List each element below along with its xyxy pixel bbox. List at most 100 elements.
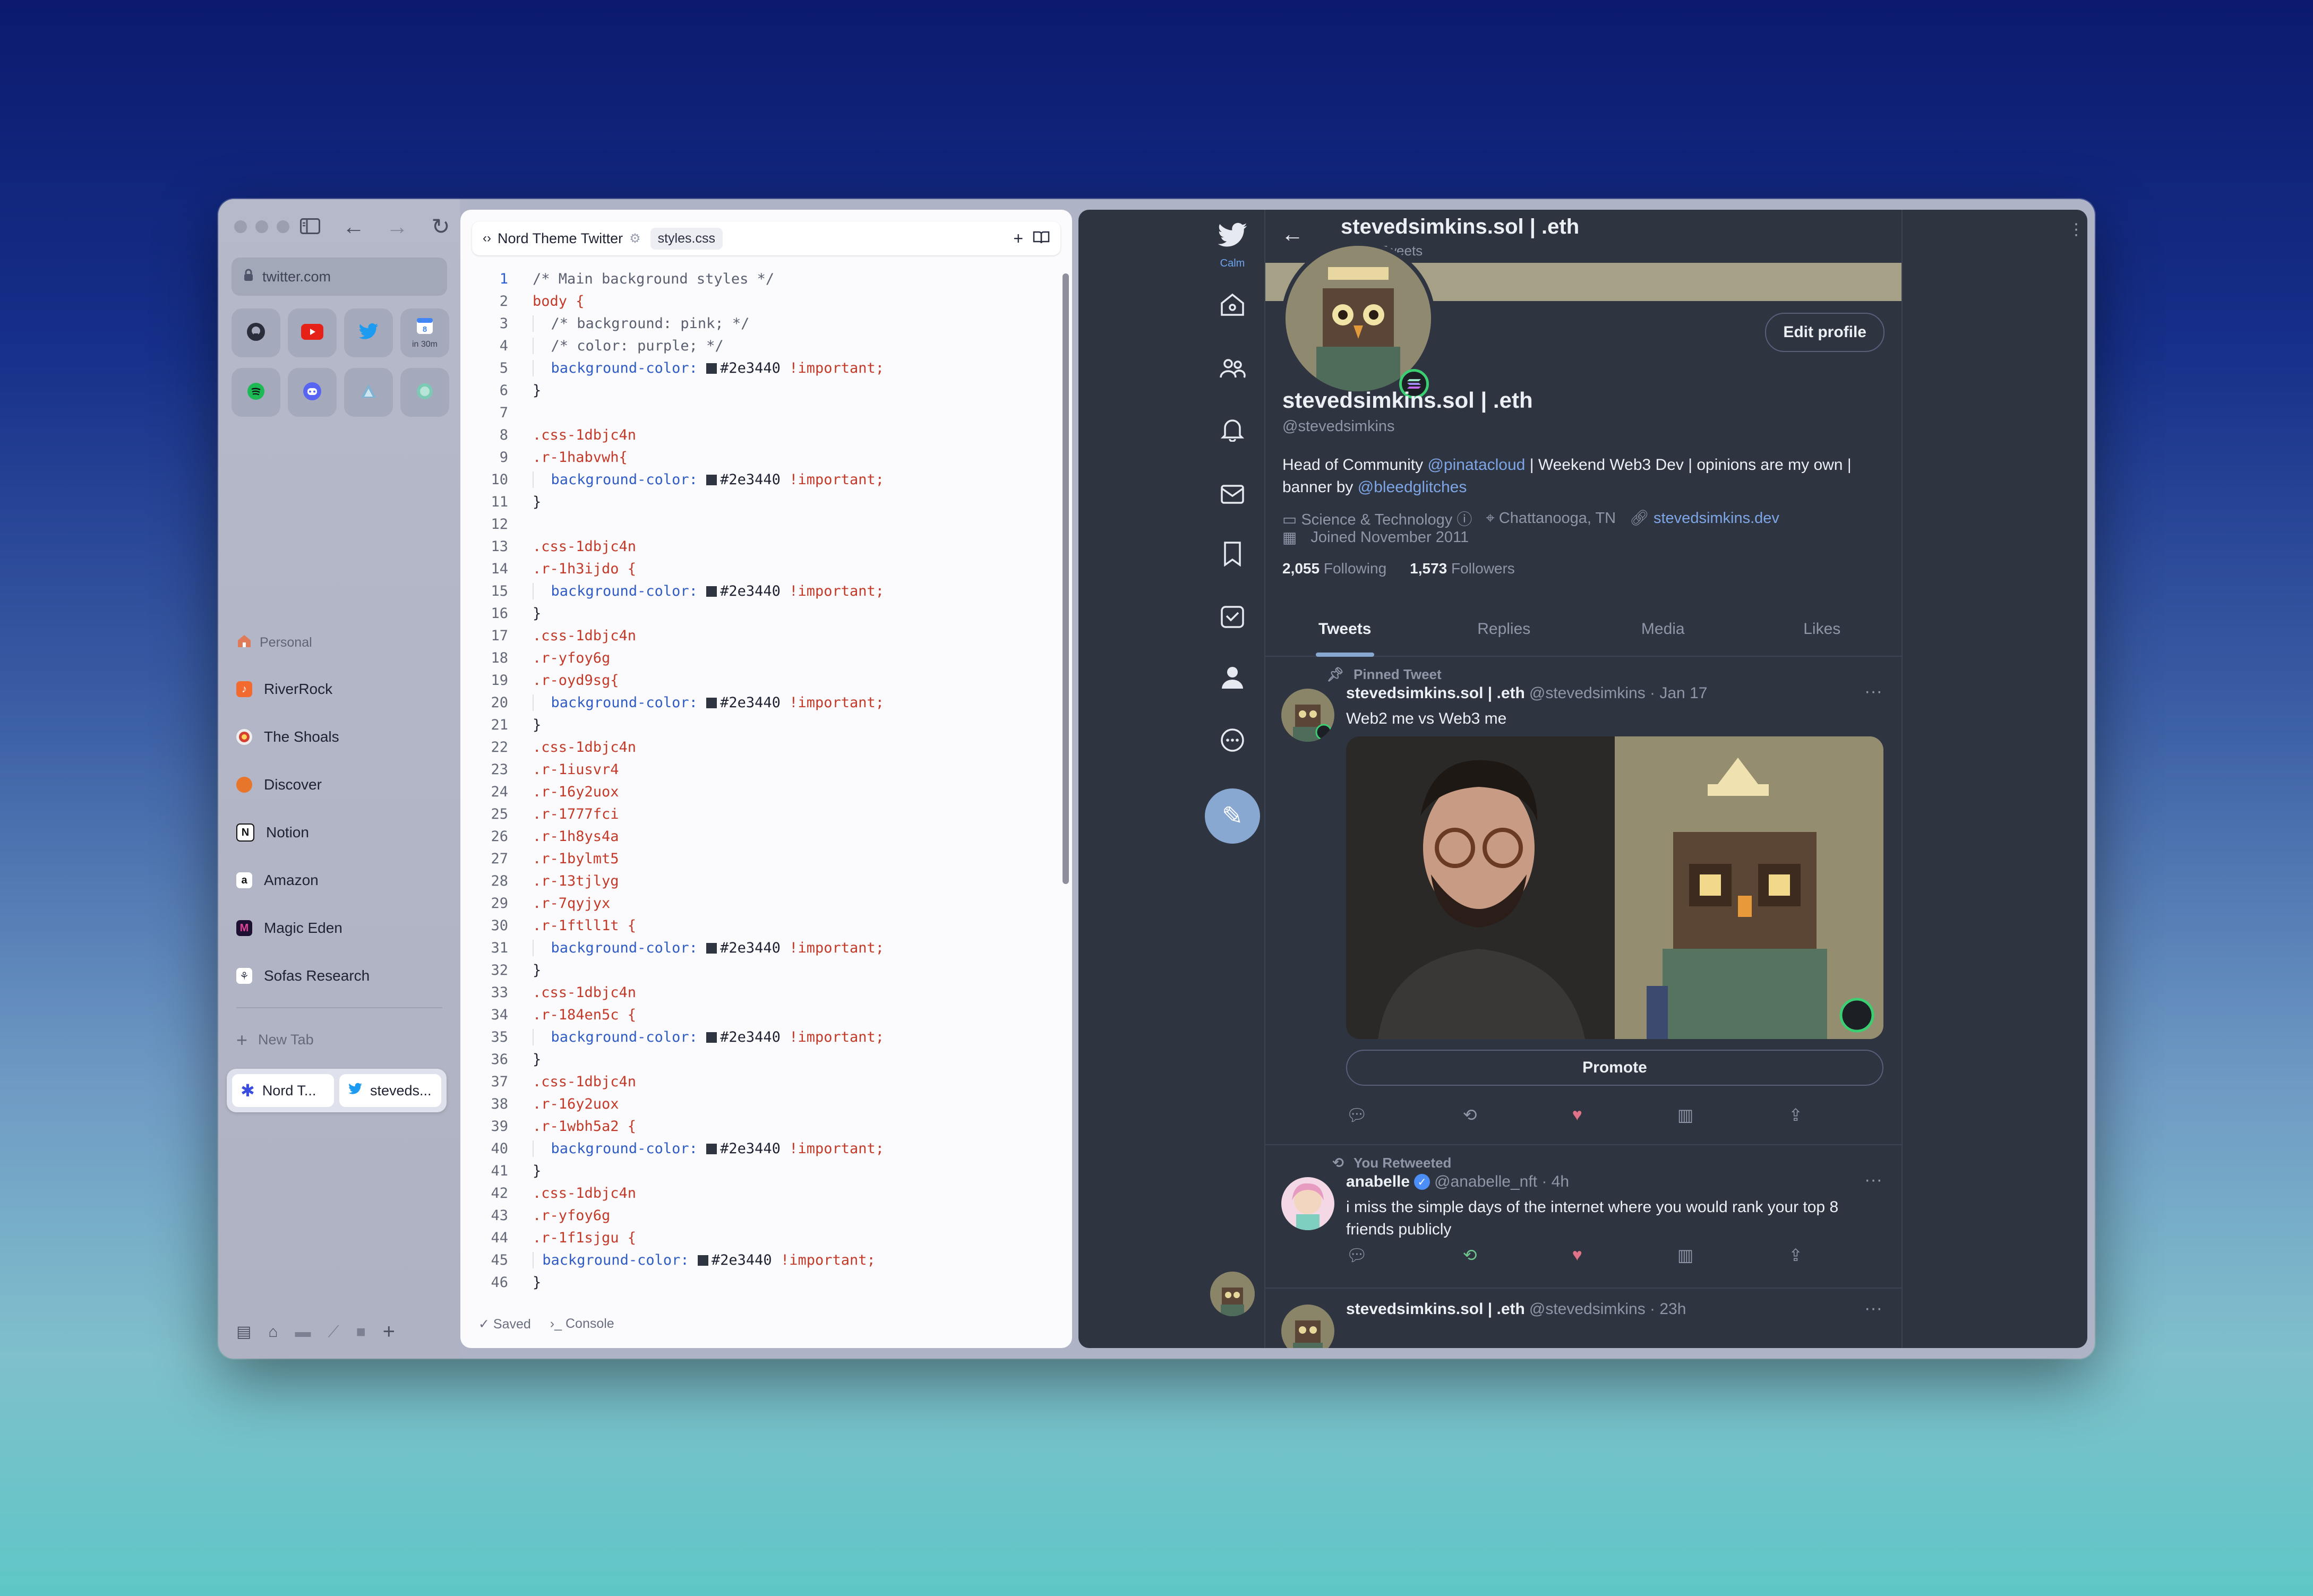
tab-tweets[interactable]: Tweets	[1265, 603, 1425, 657]
photo-web3[interactable]	[1615, 736, 1883, 1039]
archive-icon[interactable]: ▤	[236, 1323, 251, 1341]
bio-link-pinatacloud[interactable]: @pinatacloud	[1427, 456, 1525, 474]
close-window-button[interactable]	[234, 220, 247, 233]
favorite-calendar[interactable]: 8 in 30m	[400, 308, 449, 357]
code-line[interactable]: 34 .r-184en5c {	[476, 1004, 1051, 1026]
split-tab-left[interactable]: ✱ Nord T...	[232, 1074, 334, 1107]
color-swatch[interactable]	[697, 1255, 708, 1266]
sidebar-tab[interactable]: The Shoals	[236, 713, 449, 761]
code-line[interactable]: 19 .r-oyd9sg{	[476, 670, 1051, 692]
code-line[interactable]: 27 .r-1bylmt5	[476, 848, 1051, 870]
tweet-author[interactable]: anabelle	[1346, 1173, 1410, 1191]
photo-web2[interactable]	[1346, 736, 1615, 1039]
reply-icon[interactable]: 💬︎	[1346, 1105, 1368, 1125]
new-tab-button[interactable]: + New Tab	[236, 1030, 314, 1049]
tweet-avatar[interactable]	[1281, 689, 1334, 742]
retweet-icon[interactable]: ⟲	[1463, 1245, 1477, 1265]
file-chip[interactable]: styles.css	[650, 227, 723, 250]
code-line[interactable]: 38 .r-16y2uox	[476, 1093, 1051, 1116]
code-line[interactable]: 6}	[476, 380, 1051, 402]
like-heart-icon[interactable]: ♥	[1572, 1105, 1582, 1125]
url-bar[interactable]: twitter.com	[232, 258, 447, 296]
tab-media[interactable]: Media	[1583, 603, 1743, 656]
more-icon[interactable]: ···	[1864, 1298, 1882, 1319]
more-icon[interactable]: ···	[1864, 681, 1882, 702]
account-avatar[interactable]	[1210, 1272, 1255, 1316]
compose-tweet-button[interactable]: ✎	[1205, 788, 1260, 844]
code-line[interactable]: 15 background-color: #2e3440 !important;	[476, 580, 1051, 603]
tab-replies[interactable]: Replies	[1425, 603, 1584, 656]
code-line[interactable]: 7	[476, 402, 1051, 424]
minimize-window-button[interactable]	[255, 220, 268, 233]
home-space-icon[interactable]: ⌂	[268, 1323, 278, 1341]
code-area[interactable]: 1 /* Main background styles */ 2 body {3 /*…	[476, 268, 1051, 1294]
notifications-bell-icon[interactable]	[1190, 414, 1275, 449]
code-line[interactable]: 9 .r-1habvwh{	[476, 447, 1051, 469]
sidebar-tab[interactable]: Discover	[236, 761, 449, 809]
editor-title-tab[interactable]: ‹› Nord Theme Twitter ⚙	[483, 230, 641, 247]
code-line[interactable]: 26 .r-1h8ys4a	[476, 826, 1051, 848]
sidebar-tab[interactable]: M Magic Eden	[236, 904, 449, 952]
code-line[interactable]: 8 .css-1dbjc4n	[476, 424, 1051, 447]
code-line[interactable]: 29 .r-7qyjyx	[476, 893, 1051, 915]
code-line[interactable]: 39 .r-1wbh5a2 {	[476, 1116, 1051, 1138]
code-line[interactable]: 5 background-color: #2e3440 !important;	[476, 357, 1051, 380]
code-line[interactable]: 43 .r-yfoy6g	[476, 1205, 1051, 1227]
code-line[interactable]: 1 /* Main background styles */	[476, 268, 1051, 290]
bio-link-bleedglitches[interactable]: @bleedglitches	[1358, 478, 1467, 496]
tweet-avatar[interactable]	[1281, 1177, 1334, 1230]
code-line[interactable]: 23 .r-1iusvr4	[476, 759, 1051, 781]
code-line[interactable]: 24 .r-16y2uox	[476, 781, 1051, 803]
communities-icon[interactable]	[1190, 352, 1275, 387]
code-line[interactable]: 42 .css-1dbjc4n	[476, 1182, 1051, 1205]
editor-scrollbar[interactable]	[1063, 273, 1069, 884]
back-arrow-icon[interactable]: ←	[1281, 221, 1304, 247]
twitter-logo-icon[interactable]	[1190, 221, 1275, 256]
sidebar-toggle-icon[interactable]	[298, 214, 322, 239]
home-icon[interactable]	[1190, 289, 1275, 324]
code-line[interactable]: 28 .r-13tjlyg	[476, 870, 1051, 893]
tweet-avatar[interactable]	[1281, 1305, 1334, 1348]
followers-link[interactable]: 1,573 Followers	[1410, 560, 1515, 577]
code-line[interactable]: 10 background-color: #2e3440 !important;	[476, 469, 1051, 491]
settings-gear-icon[interactable]: ⚙	[629, 231, 641, 246]
code-line[interactable]: 4 /* color: purple; */	[476, 335, 1051, 357]
zoom-window-button[interactable]	[277, 220, 289, 233]
tab-likes[interactable]: Likes	[1743, 603, 1902, 656]
forward-arrow-icon[interactable]: →	[385, 214, 409, 239]
code-line[interactable]: 13 .css-1dbjc4n	[476, 536, 1051, 558]
code-line[interactable]: 20 background-color: #2e3440 !important;	[476, 692, 1051, 714]
retweet-icon[interactable]: ⟲	[1463, 1105, 1477, 1125]
tweet-recent[interactable]: stevedsimkins.sol | .eth @stevedsimkins …	[1265, 1298, 1901, 1348]
favorite-triangle-app[interactable]	[344, 368, 393, 417]
profile-person-icon[interactable]	[1190, 662, 1275, 697]
code-line[interactable]: 30 .r-1ftll1t {	[476, 915, 1051, 937]
code-line[interactable]: 45 background-color: #2e3440 !important;	[476, 1249, 1051, 1272]
code-line[interactable]: 21}	[476, 714, 1051, 736]
brush-icon[interactable]: ⟋	[328, 1323, 339, 1341]
code-line[interactable]: 2 body {	[476, 290, 1051, 313]
sidebar-tab[interactable]: ♪ RiverRock	[236, 665, 449, 713]
code-line[interactable]: 33 .css-1dbjc4n	[476, 982, 1051, 1004]
more-icon[interactable]: ···	[1864, 1170, 1882, 1190]
color-swatch[interactable]	[706, 363, 717, 374]
twitter-blue-icon[interactable]	[1190, 601, 1275, 636]
code-line[interactable]: 16}	[476, 603, 1051, 625]
code-line[interactable]: 31 background-color: #2e3440 !important;	[476, 937, 1051, 959]
tweet-author[interactable]: stevedsimkins.sol | .eth	[1346, 684, 1525, 702]
promote-button[interactable]: Promote	[1346, 1050, 1883, 1086]
edit-profile-button[interactable]: Edit profile	[1765, 313, 1884, 352]
favorite-twitter[interactable]	[344, 308, 393, 357]
sidebar-tab[interactable]: a Amazon	[236, 856, 449, 904]
color-swatch[interactable]	[706, 1144, 717, 1154]
code-line[interactable]: 36}	[476, 1049, 1051, 1071]
code-line[interactable]: 22 .css-1dbjc4n	[476, 736, 1051, 759]
code-line[interactable]: 18 .r-yfoy6g	[476, 647, 1051, 670]
code-line[interactable]: 25 .r-1777fci	[476, 803, 1051, 826]
info-icon[interactable]: ⓘ	[1457, 511, 1472, 528]
favorite-circle-app[interactable]	[400, 368, 449, 417]
split-tab-right[interactable]: steveds...	[339, 1074, 441, 1107]
code-line[interactable]: 12	[476, 513, 1051, 536]
code-line[interactable]: 32}	[476, 959, 1051, 982]
tweet-author[interactable]: stevedsimkins.sol | .eth	[1346, 1300, 1525, 1318]
